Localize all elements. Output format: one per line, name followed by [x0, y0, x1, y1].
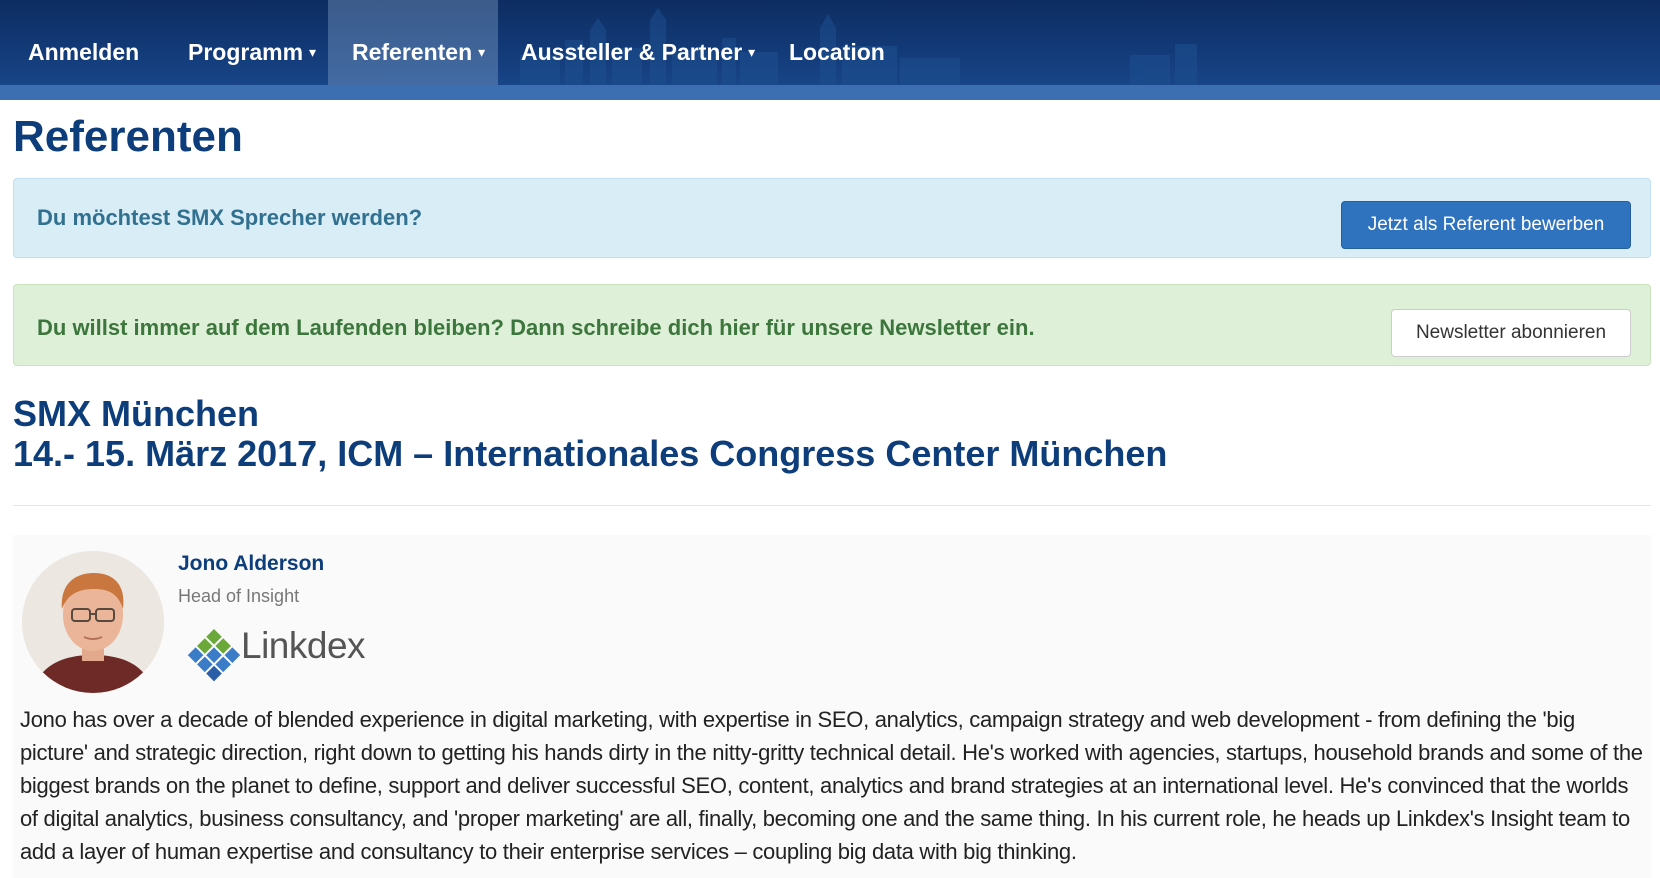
nav-item-label: Anmelden: [28, 39, 140, 65]
nav-item-label: Referenten: [352, 39, 473, 65]
newsletter-alert: Du willst immer auf dem Laufenden bleibe…: [13, 284, 1651, 366]
company-name: Linkdex: [241, 625, 366, 666]
speaker-avatar[interactable]: [22, 551, 164, 693]
newsletter-text: Du willst immer auf dem Laufenden bleibe…: [37, 315, 1035, 340]
divider: [13, 505, 1651, 506]
page-title: Referenten: [13, 112, 243, 161]
person-photo-icon: [22, 551, 164, 693]
apply-as-speaker-button[interactable]: Jetzt als Referent bewerben: [1341, 201, 1631, 249]
speaker-bio: Jono has over a decade of blended experi…: [20, 707, 1643, 864]
nav-item-label: Programm: [188, 39, 304, 65]
event-date-location: 14.- 15. März 2017, ICM – Internationale…: [13, 433, 1168, 474]
linkdex-logo-icon: [187, 629, 241, 682]
subscribe-newsletter-button[interactable]: Newsletter abonnieren: [1391, 309, 1631, 357]
speaker-card: Jono Alderson Head of Insight Linkdex Jo…: [13, 535, 1651, 878]
top-navbar: Anmelden Programm ▾ Referenten ▾ Ausstelle…: [0, 0, 1660, 100]
caret-down-icon: ▾: [478, 44, 486, 60]
caret-down-icon: ▾: [309, 44, 317, 60]
nav-item-label: Location: [789, 39, 885, 65]
caret-down-icon: ▾: [748, 44, 756, 60]
nav-item-label: Aussteller & Partner: [521, 39, 743, 65]
event-name: SMX München: [13, 393, 260, 434]
speaker-job-title: Head of Insight: [178, 586, 300, 606]
speaker-name[interactable]: Jono Alderson: [178, 552, 324, 576]
speaker-call-text: Du möchtest SMX Sprecher werden?: [37, 205, 423, 230]
navbar-bottom-strip: [0, 85, 1660, 100]
speaker-call-alert: Du möchtest SMX Sprecher werden? Jetzt a…: [13, 178, 1651, 258]
